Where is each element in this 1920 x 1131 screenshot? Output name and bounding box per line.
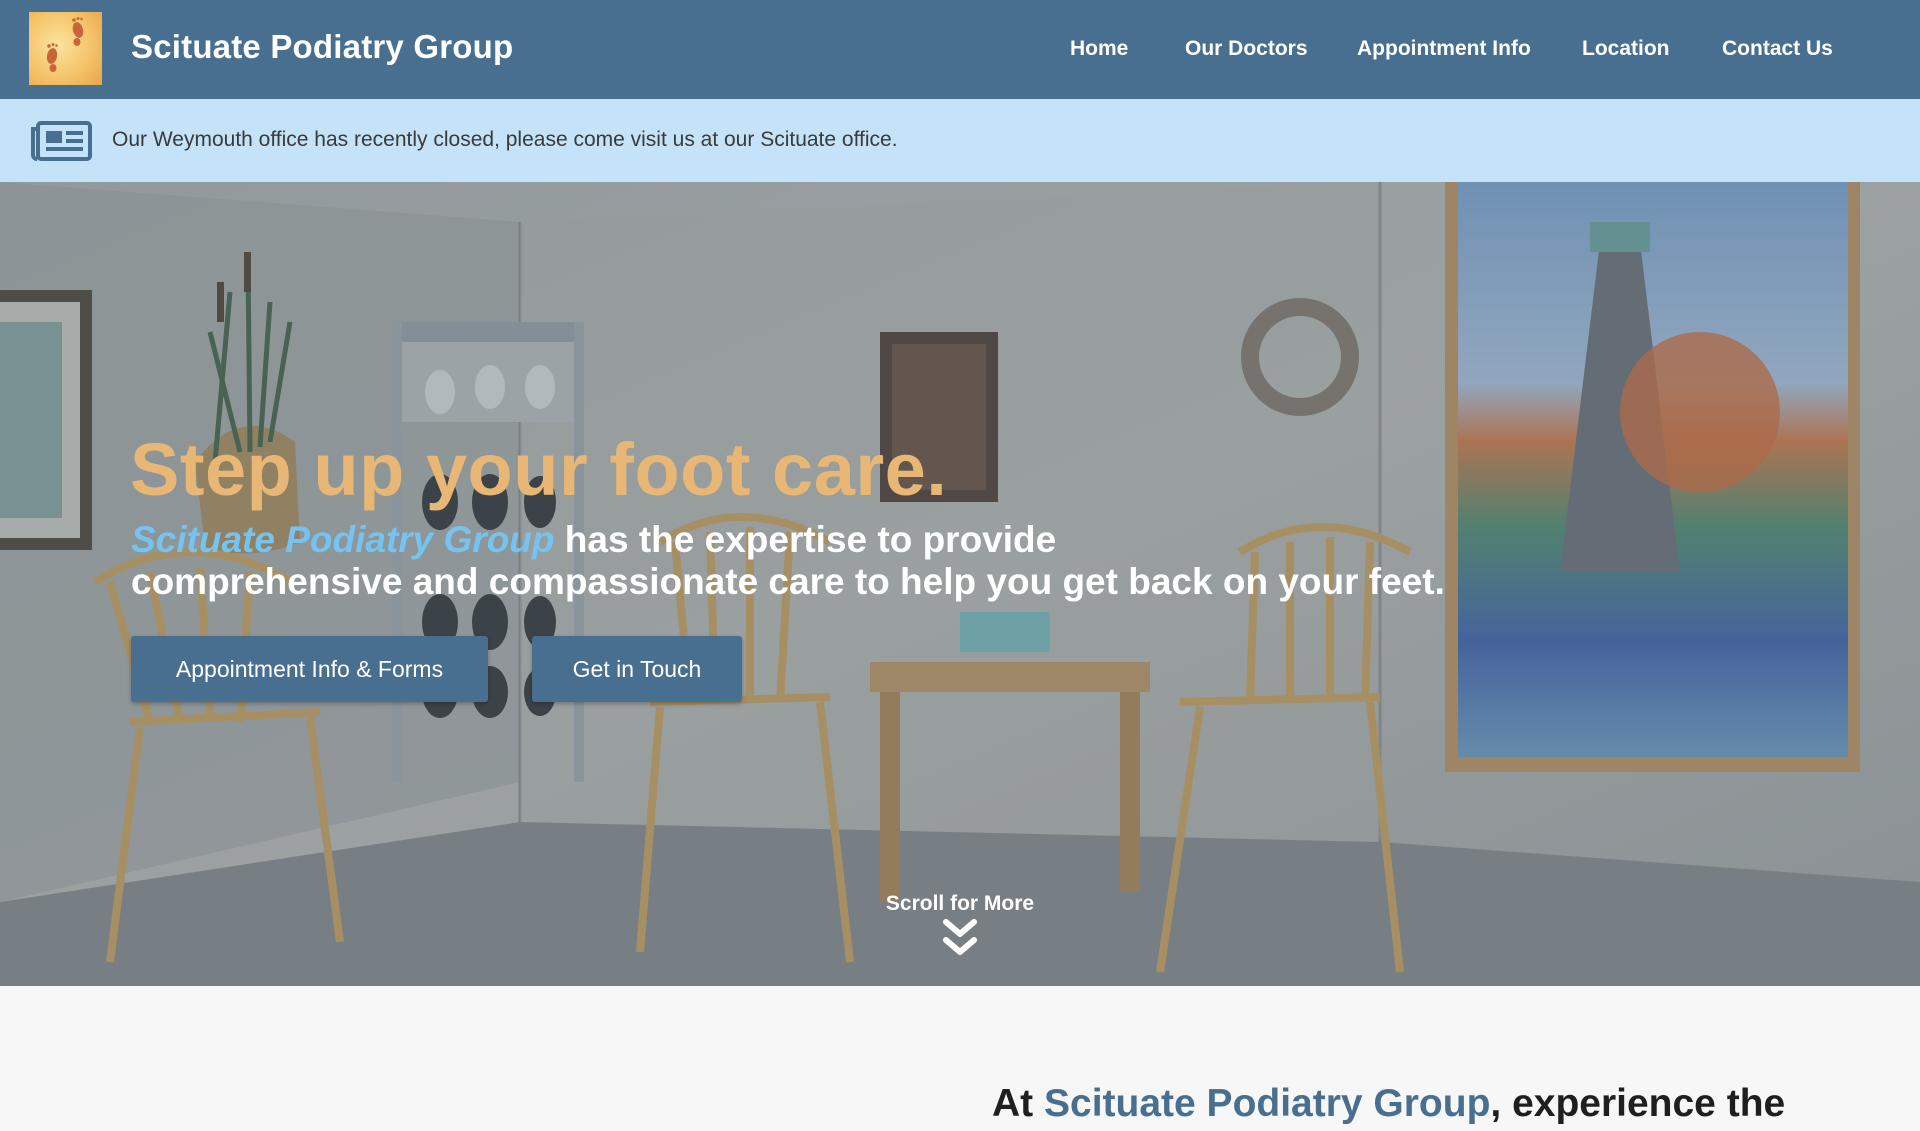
hero-sub-text-line2: comprehensive and compassionate care to … xyxy=(131,561,1445,602)
intro-suffix: , experience the xyxy=(1490,1082,1786,1125)
brand-name[interactable]: Scituate Podiatry Group xyxy=(131,28,513,66)
site-header: Scituate Podiatry Group Home Our Doctors… xyxy=(0,0,1920,99)
footprints-icon[interactable] xyxy=(29,12,102,85)
newspaper-icon xyxy=(30,121,92,161)
appointment-forms-button[interactable]: Appointment Info & Forms xyxy=(131,636,488,702)
announcement-text: Our Weymouth office has recently closed,… xyxy=(112,128,898,151)
hero-subheading: Scituate Podiatry Group has the expertis… xyxy=(131,519,1471,603)
intro-section: At Scituate Podiatry Group, experience t… xyxy=(0,986,1920,1131)
nav-our-doctors[interactable]: Our Doctors xyxy=(1185,37,1308,61)
nav-home[interactable]: Home xyxy=(1070,37,1128,61)
nav-contact-us[interactable]: Contact Us xyxy=(1722,37,1833,61)
announcement-bar: Our Weymouth office has recently closed,… xyxy=(0,99,1920,182)
intro-brand: Scituate Podiatry Group xyxy=(1044,1082,1491,1125)
intro-heading: At Scituate Podiatry Group, experience t… xyxy=(992,1082,1785,1126)
scroll-label: Scroll for More xyxy=(885,892,1035,915)
nav-location[interactable]: Location xyxy=(1582,37,1670,61)
hero-section: Step up your foot care. Scituate Podiatr… xyxy=(0,182,1920,986)
hero-headline: Step up your foot care. xyxy=(130,428,948,511)
scroll-for-more[interactable]: Scroll for More xyxy=(860,892,1060,958)
double-chevron-down-icon xyxy=(943,919,977,955)
hero-sub-text-line1: has the expertise to provide xyxy=(554,519,1057,560)
get-in-touch-button[interactable]: Get in Touch xyxy=(532,636,742,702)
nav-appointment-info[interactable]: Appointment Info xyxy=(1357,37,1531,61)
intro-prefix: At xyxy=(992,1082,1044,1125)
hero-brand-name: Scituate Podiatry Group xyxy=(131,519,555,560)
